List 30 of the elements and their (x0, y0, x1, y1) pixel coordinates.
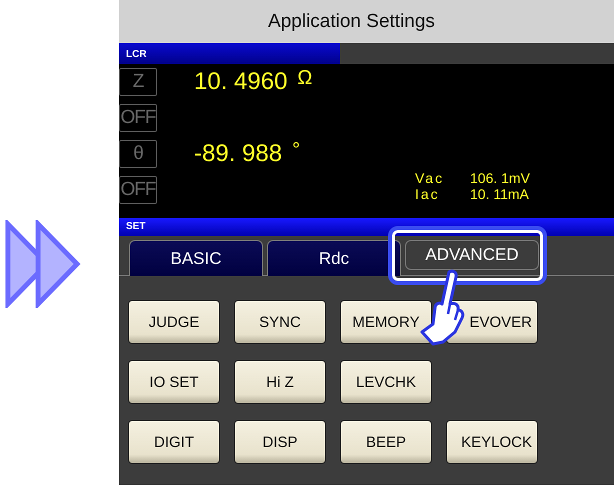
tab[interactable]: Rdc (267, 240, 401, 276)
parameter-key[interactable]: OFF (119, 176, 157, 204)
parameter-key[interactable]: Z (119, 68, 157, 96)
tab[interactable]: ADVANCED (405, 240, 539, 270)
window-title: Application Settings (119, 0, 614, 43)
measured-value: 10. 4960 (194, 68, 288, 96)
parameter-key[interactable]: θ (119, 140, 157, 168)
menu-button[interactable]: BEEP (340, 420, 432, 464)
menu-button[interactable]: SYNC (234, 300, 326, 344)
section-label: LCR (119, 43, 340, 64)
monitor-value: 10. 11mA (470, 186, 529, 202)
menu-button[interactable]: IO SET (128, 360, 220, 404)
double-arrow-icon (3, 220, 81, 308)
pointing-hand-icon (419, 268, 465, 346)
monitor-value: 106. 1mV (470, 170, 530, 186)
menu-button[interactable]: DISP (234, 420, 326, 464)
menu-button[interactable]: JUDGE (128, 300, 220, 344)
tab[interactable]: BASIC (129, 240, 263, 276)
parameter-key[interactable]: OFF (119, 104, 157, 132)
monitor-label: Vac (415, 170, 446, 186)
menu-button[interactable]: LEVCHK (340, 360, 432, 404)
menu-button[interactable]: MEMORY (340, 300, 432, 344)
menu-button[interactable]: DIGIT (128, 420, 220, 464)
menu-button[interactable]: KEYLOCK (446, 420, 538, 464)
unit-label: Ω (297, 67, 312, 90)
monitor-label: Iac (415, 186, 441, 202)
section-label: SET (125, 220, 146, 233)
measured-value: -89. 988 (194, 140, 282, 168)
unit-label: ° (292, 139, 300, 162)
menu-button[interactable]: Hi Z (234, 360, 326, 404)
